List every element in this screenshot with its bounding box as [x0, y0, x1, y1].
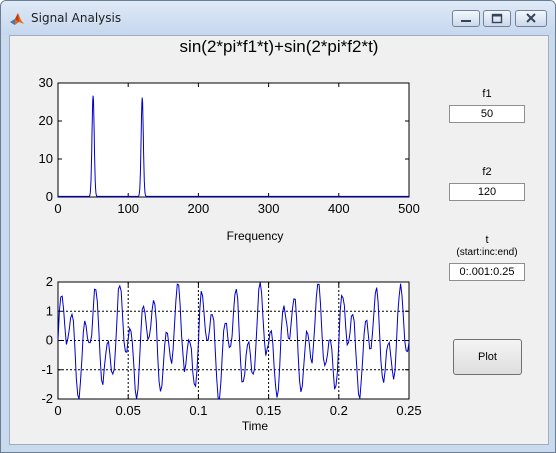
time-ytick-label: 1	[46, 303, 53, 318]
time-plot: 0 0.05 0.1 0.15 0.2 0.25 -2 -1 0 1 2	[41, 274, 421, 418]
time-xtick-label: 0.2	[330, 403, 348, 418]
time-xtick-label: 0.05	[116, 403, 141, 418]
time-xtick-label: 0	[54, 403, 61, 418]
time-ytick-label: 0	[46, 333, 53, 348]
time-xlabel: Time	[241, 419, 269, 433]
time-ytick-label: -1	[41, 362, 53, 377]
f1-input[interactable]: 50	[449, 105, 525, 123]
time-ytick-label: 2	[46, 274, 53, 289]
f1-label: f1	[482, 88, 492, 100]
time-xtick-label: 0.25	[396, 403, 421, 418]
t-input[interactable]: 0:.001:0.25	[449, 263, 525, 281]
time-xtick-label: 0.15	[256, 403, 281, 418]
t-format-hint: (start:inc:end)	[456, 247, 518, 258]
f2-input[interactable]: 120	[449, 183, 525, 201]
plot-button[interactable]: Plot	[453, 339, 522, 375]
time-ytick-label: -2	[41, 391, 53, 406]
signal-analysis-window: Signal Analysis sin(2*pi*f1*t)+sin(2*pi*…	[0, 0, 556, 453]
f2-label: f2	[482, 166, 492, 178]
spectrum-xlabel: Frequency	[226, 229, 284, 243]
time-xtick-label: 0.1	[189, 403, 207, 418]
t-label: t	[485, 234, 489, 246]
